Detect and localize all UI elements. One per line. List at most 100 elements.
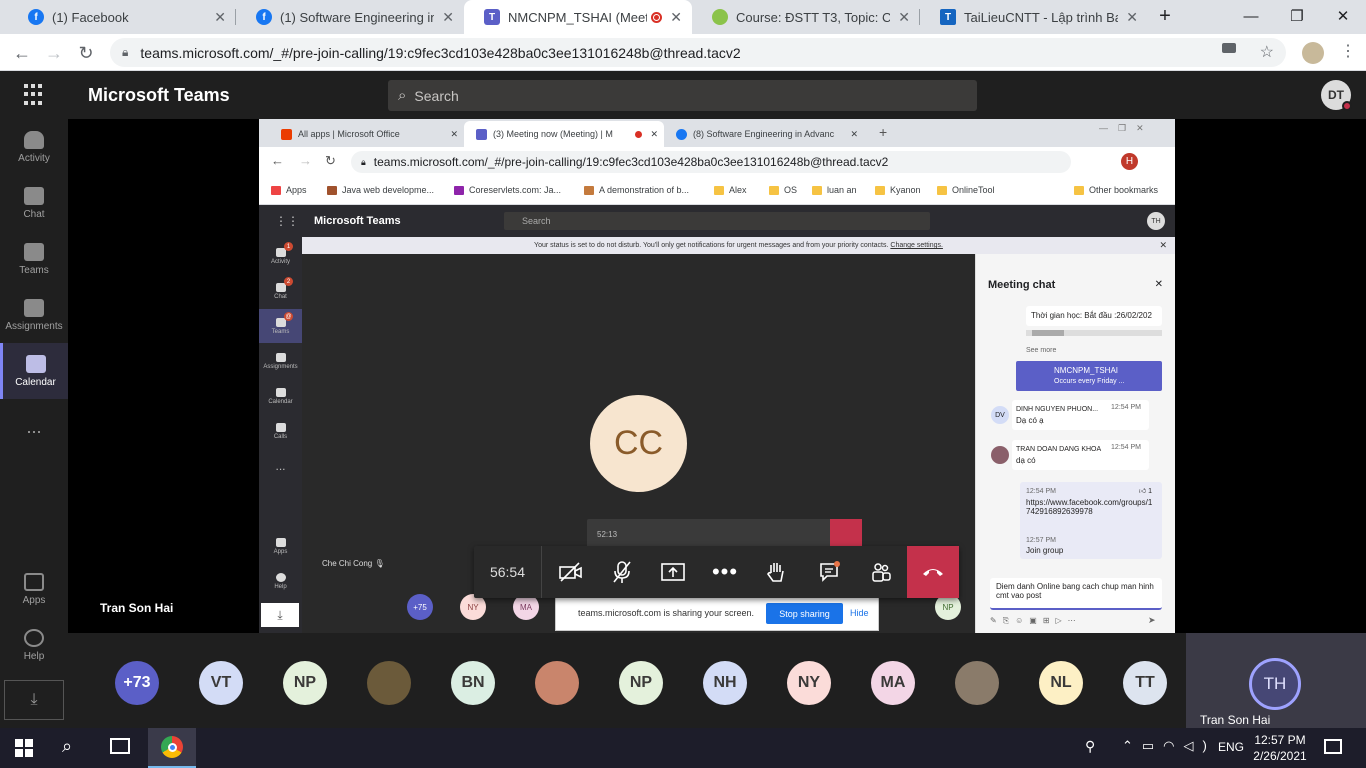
rail-apps[interactable]: Apps [0,561,68,617]
browser-tab-teams-meeting[interactable]: T NMCNPM_TSHAI (Meeting ✕ [464,0,692,34]
more-actions-button[interactable]: ••• [699,546,751,598]
chat-bubble-icon [820,561,840,582]
rail-chat[interactable]: Chat [0,175,68,231]
self-name: Tran Son Hai [1200,713,1271,727]
more-icon: ••• [711,559,739,584]
participant-avatar[interactable]: +73 [115,661,159,705]
user-avatar[interactable]: DT [1321,80,1352,111]
windows-taskbar: ⌕ ⚲ ⌃▭◠◁) ENG 12:57 PM 2/26/2021 [0,728,1366,768]
people-icon [872,563,891,582]
participant-avatar[interactable]: NH [703,661,747,705]
shared-bookmarks-bar: Apps Java web developme... Coreservlets.… [259,177,1175,205]
share-screen-button[interactable] [647,546,699,598]
camera-off-icon [559,562,582,582]
hang-up-icon [923,569,943,576]
rail-teams[interactable]: Teams [0,231,68,287]
shared-tab-strip: All apps | Microsoft Office ✕ (3) Meeting… [259,119,1175,147]
close-tab-icon[interactable]: ✕ [442,9,454,26]
shared-tab-facebook: (8) Software Engineering in Advanc ✕ [664,121,864,147]
raise-hand-button[interactable] [750,546,802,598]
participant-avatar[interactable] [955,661,999,705]
mute-button[interactable] [596,546,648,598]
camera-off-button[interactable] [545,546,597,598]
download-app-button[interactable]: ⤓ [4,680,64,720]
search-icon[interactable]: ⌕ [62,736,72,757]
rail-calendar[interactable]: Calendar [0,343,68,399]
participant-avatar[interactable] [367,661,411,705]
close-tab-icon[interactable]: ✕ [670,9,682,26]
participant-avatar[interactable]: TT [1123,661,1167,705]
participant-avatar[interactable]: NL [1039,661,1083,705]
maximize-button[interactable]: ❐ [1274,0,1320,32]
presenter-name: Tran Son Hai [100,601,174,615]
office-icon [281,128,292,140]
help-icon [24,628,44,647]
hang-up-button[interactable] [907,546,959,598]
recording-icon [635,130,642,138]
hand-icon [767,563,784,582]
rail-assignments[interactable]: Assignments [0,287,68,343]
browser-tab-software-engineering[interactable]: f (1) Software Engineering in Ad ✕ [236,0,464,34]
facebook-icon [676,128,687,140]
show-participants-button[interactable] [855,546,907,598]
browser-tab-tailieucntt[interactable]: T TaiLieuCNTT - Lập trình Backen ✕ [920,0,1148,34]
system-tray-icons[interactable]: ⌃▭◠◁) [1122,738,1216,754]
windows-start-icon[interactable] [15,739,33,757]
participants-strip: +73 VT NP BN NP NH NY MA NL TT TH Tran Son Hai [68,633,1366,728]
backpack-icon [24,298,44,317]
participant-avatar[interactable]: NP [283,661,327,705]
browser-tab-course[interactable]: Course: ĐSTT T3, Topic: CHUO ✕ [692,0,920,34]
participant-avatar[interactable]: VT [199,661,243,705]
search-input[interactable]: ⌕ Search [388,80,977,111]
chat-icon [24,186,44,205]
forward-button[interactable]: → [41,40,67,66]
share-tray-icon [661,563,685,581]
chrome-menu-icon[interactable]: ⋮ [1340,41,1356,61]
bookmark-star-icon[interactable]: ☆ [1260,42,1274,62]
teams-header: Microsoft Teams ⌕ Search DT [0,71,1366,119]
chrome-taskbar-button[interactable] [148,728,196,768]
teams-icon [24,242,44,261]
lock-icon: 🔒︎ [122,45,129,59]
close-tab-icon[interactable]: ✕ [214,9,226,26]
close-window-button[interactable]: ✕ [1320,0,1366,32]
close-tab-icon[interactable]: ✕ [898,9,910,26]
app-launcher-icon[interactable] [24,84,46,106]
new-tab-button[interactable]: + [1150,0,1180,32]
browser-toolbar: ← → ↻ 🔒︎ teams.microsoft.com/_#/pre-join… [0,34,1366,71]
clock[interactable]: 12:57 PM 2/26/2021 [1250,732,1310,764]
participant-avatar[interactable]: MA [871,661,915,705]
notification-center-icon[interactable] [1324,739,1342,754]
shared-address-bar: 🔒︎ teams.microsoft.com/_#/pre-join-callin… [351,151,1071,173]
browser-tab-facebook[interactable]: f (1) Facebook ✕ [8,0,236,34]
back-button[interactable]: ← [9,40,35,66]
show-conversation-button[interactable] [804,546,856,598]
language-indicator[interactable]: ENG [1218,740,1244,754]
close-tab-icon[interactable]: ✕ [1126,9,1138,26]
task-view-icon[interactable] [110,738,130,754]
meeting-chat-panel: Meeting chat ✕ Thời gian học: Bắt đầu :2… [975,254,1175,633]
speaker-name: Che Chi Cong 🎙︎ [322,559,385,568]
participant-avatar[interactable]: NP [619,661,663,705]
reload-button[interactable]: ↻ [73,40,99,66]
participant-avatar[interactable] [535,661,579,705]
apps-icon [24,572,44,591]
rail-more[interactable]: ... [0,399,68,455]
participant-avatar[interactable]: BN [451,661,495,705]
camera-blocked-icon[interactable] [1222,43,1236,53]
shared-toolbar: ← → ↻ 🔒︎ teams.microsoft.com/_#/pre-join-… [259,147,1175,177]
people-icon[interactable]: ⚲ [1085,738,1095,755]
bell-icon [24,130,44,149]
rail-help[interactable]: Help [0,617,68,673]
shared-teams-rail: Activity 1 Chat 2 Teams @ Assignments Calen… [259,237,302,633]
dnd-status-badge [1342,101,1352,111]
participant-avatar[interactable]: NY [787,661,831,705]
rail-activity[interactable]: Activity [0,119,68,175]
teams-icon [476,128,487,140]
profile-avatar[interactable] [1302,42,1324,64]
minimize-button[interactable]: — [1228,0,1274,32]
call-controls: 56:54 ••• [474,546,959,598]
address-bar[interactable]: 🔒︎ teams.microsoft.com/_#/pre-join-calli… [110,38,1286,67]
stop-sharing-button: Stop sharing [766,603,843,624]
shared-tab-office: All apps | Microsoft Office ✕ [269,121,464,147]
